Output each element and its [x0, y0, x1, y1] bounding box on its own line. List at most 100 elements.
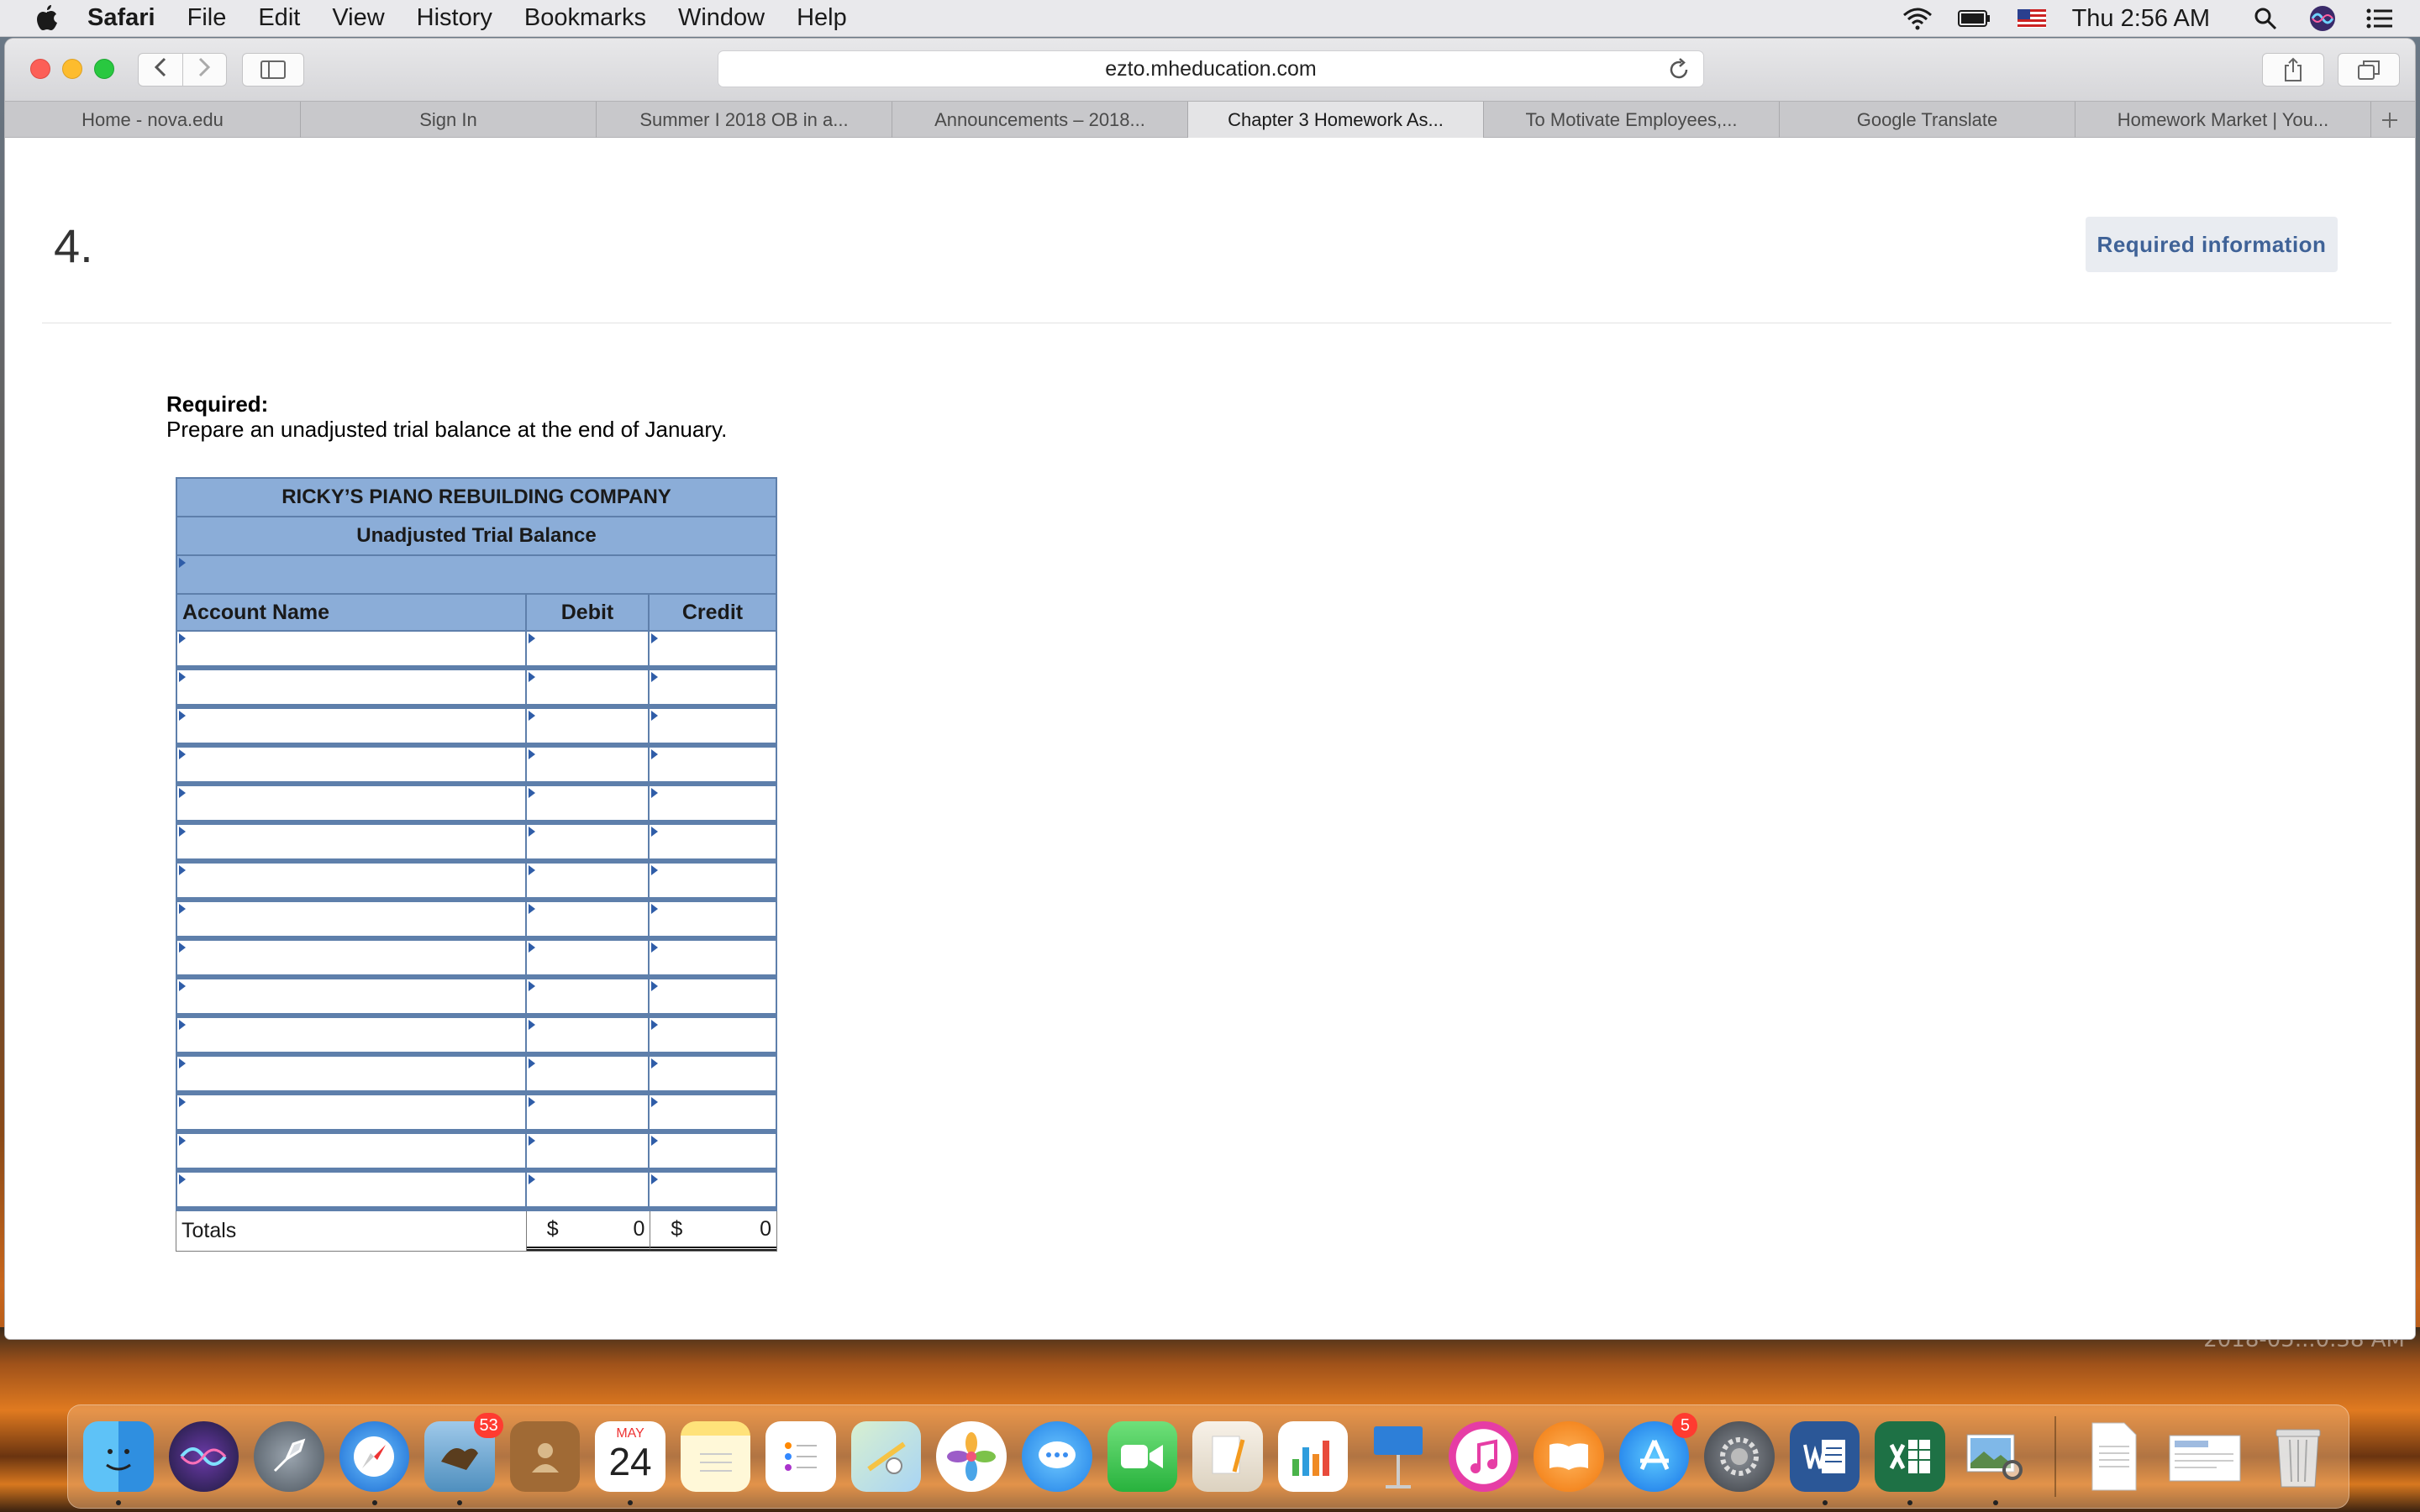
calendar-icon[interactable]: MAY 24 [595, 1421, 666, 1505]
sidebar-toggle-button[interactable] [242, 53, 304, 87]
debit-input[interactable] [527, 1134, 650, 1168]
debit-input[interactable] [527, 941, 650, 974]
launchpad-icon[interactable] [254, 1421, 324, 1492]
apple-menu-icon[interactable] [32, 3, 62, 34]
account-name-input[interactable] [177, 709, 527, 743]
preview-icon[interactable] [1960, 1421, 2031, 1505]
debit-input[interactable] [527, 632, 650, 665]
tab-chapter-3-homework[interactable]: Chapter 3 Homework As... [1188, 102, 1484, 138]
credit-input[interactable] [650, 670, 776, 704]
siri-icon[interactable] [2306, 6, 2339, 31]
keynote-icon[interactable] [1363, 1421, 1434, 1492]
photos-icon[interactable] [936, 1421, 1007, 1492]
debit-input[interactable] [527, 825, 650, 858]
account-name-input[interactable] [177, 632, 527, 665]
menu-window[interactable]: Window [678, 4, 765, 32]
debit-input[interactable] [527, 1018, 650, 1052]
debit-input[interactable] [527, 864, 650, 897]
docx-document-icon[interactable] [2080, 1421, 2150, 1492]
battery-icon[interactable] [1957, 6, 1991, 31]
address-bar[interactable]: ezto.mheducation.com [718, 50, 1704, 87]
facetime-icon[interactable] [1107, 1421, 1178, 1492]
account-name-input[interactable] [177, 1095, 527, 1129]
microsoft-excel-icon[interactable] [1875, 1421, 1946, 1505]
debit-input[interactable] [527, 1057, 650, 1090]
credit-input[interactable] [650, 1095, 776, 1129]
credit-input[interactable] [650, 941, 776, 974]
pages-icon[interactable] [1192, 1421, 1263, 1492]
ibooks-icon[interactable] [1534, 1421, 1604, 1492]
account-name-input[interactable] [177, 1018, 527, 1052]
menu-file[interactable]: File [187, 4, 227, 32]
required-information-button[interactable]: Required information [2086, 217, 2338, 272]
credit-input[interactable] [650, 709, 776, 743]
siri-dock-icon[interactable] [168, 1421, 239, 1492]
account-name-input[interactable] [177, 979, 527, 1013]
account-name-input[interactable] [177, 748, 527, 781]
maps-icon[interactable] [850, 1421, 922, 1492]
credit-input[interactable] [650, 864, 776, 897]
messages-icon[interactable] [1022, 1421, 1092, 1492]
us-flag-icon[interactable] [2015, 6, 2049, 31]
account-name-input[interactable] [177, 902, 527, 936]
reload-icon[interactable] [1666, 57, 1691, 82]
back-button[interactable] [139, 56, 182, 83]
mail-icon[interactable]: 53 [424, 1413, 503, 1505]
microsoft-word-icon[interactable] [1789, 1421, 1860, 1505]
account-name-input[interactable] [177, 825, 527, 858]
debit-input[interactable] [527, 748, 650, 781]
system-preferences-icon[interactable] [1704, 1421, 1775, 1492]
downloads-stack-icon[interactable] [2165, 1421, 2248, 1492]
tab-sign-in[interactable]: Sign In [301, 102, 597, 138]
credit-input[interactable] [650, 825, 776, 858]
menu-bar-clock[interactable]: Thu 2:56 AM [2072, 5, 2210, 33]
menu-edit[interactable]: Edit [258, 4, 300, 32]
debit-input[interactable] [527, 902, 650, 936]
new-tab-button[interactable] [2371, 102, 2408, 138]
finder-icon[interactable] [83, 1421, 154, 1505]
notes-icon[interactable] [680, 1421, 751, 1492]
credit-input[interactable] [650, 1134, 776, 1168]
account-name-input[interactable] [177, 864, 527, 897]
account-name-input[interactable] [177, 786, 527, 820]
credit-input[interactable] [650, 748, 776, 781]
tab-motivate-employees[interactable]: To Motivate Employees,... [1484, 102, 1780, 138]
menu-history[interactable]: History [417, 4, 492, 32]
date-input[interactable] [176, 554, 777, 593]
menu-app-name[interactable]: Safari [87, 4, 155, 32]
debit-input[interactable] [527, 709, 650, 743]
menu-bookmarks[interactable]: Bookmarks [524, 4, 646, 32]
account-name-input[interactable] [177, 1057, 527, 1090]
app-store-icon[interactable]: 5 [1618, 1413, 1698, 1492]
menu-help[interactable]: Help [797, 4, 847, 32]
account-name-input[interactable] [177, 941, 527, 974]
contacts-icon[interactable] [509, 1421, 581, 1492]
tab-announcements[interactable]: Announcements – 2018... [892, 102, 1188, 138]
credit-input[interactable] [650, 902, 776, 936]
account-name-input[interactable] [177, 670, 527, 704]
tab-summer-ob[interactable]: Summer I 2018 OB in a... [597, 102, 892, 138]
debit-input[interactable] [527, 1095, 650, 1129]
spotlight-search-icon[interactable] [2249, 6, 2282, 31]
tab-home-nova[interactable]: Home - nova.edu [5, 102, 301, 138]
credit-input[interactable] [650, 979, 776, 1013]
forward-button[interactable] [182, 56, 226, 83]
credit-input[interactable] [650, 1018, 776, 1052]
wifi-icon[interactable] [1901, 6, 1934, 31]
tab-homework-market[interactable]: Homework Market | You... [2075, 102, 2371, 138]
menu-view[interactable]: View [332, 4, 384, 32]
credit-input[interactable] [650, 786, 776, 820]
tab-google-translate[interactable]: Google Translate [1780, 102, 2075, 138]
credit-input[interactable] [650, 1173, 776, 1206]
minimize-window-button[interactable] [62, 59, 82, 79]
numbers-icon[interactable] [1277, 1421, 1349, 1492]
trash-icon[interactable] [2264, 1421, 2334, 1492]
itunes-icon[interactable] [1448, 1421, 1519, 1492]
account-name-input[interactable] [177, 1173, 527, 1206]
safari-dock-icon[interactable] [339, 1421, 410, 1505]
reminders-icon[interactable] [765, 1421, 836, 1492]
credit-input[interactable] [650, 1057, 776, 1090]
show-all-tabs-button[interactable] [2338, 53, 2400, 87]
debit-input[interactable] [527, 786, 650, 820]
account-name-input[interactable] [177, 1134, 527, 1168]
